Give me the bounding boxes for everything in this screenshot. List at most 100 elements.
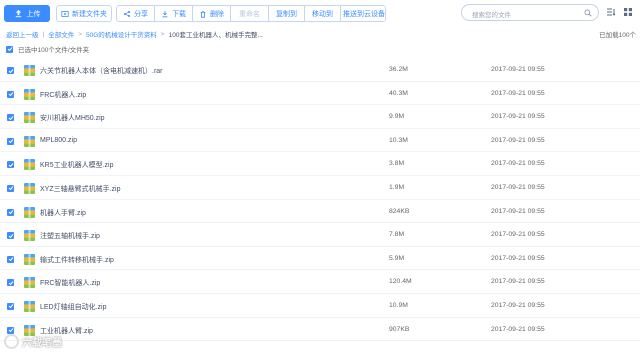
watermark-text: 六载笔墨 [22,338,62,349]
breadcrumb-back-link[interactable]: 返回上一级 [6,29,39,39]
delete-button[interactable]: 删除 [193,6,231,21]
row-checkbox[interactable] [7,184,14,192]
file-row[interactable]: XYZ三轴悬臂式机械手.zip 1.9M 2017-09-21 09:55 [0,176,640,200]
file-modified-time: 2017-09-21 09:55 [491,254,545,262]
file-size: 36.2M [389,66,408,73]
file-row[interactable]: 安川机器人MH50.zip 9.9M 2017-09-21 09:55 [0,105,640,129]
archive-file-icon [24,182,35,194]
row-checkbox[interactable] [7,161,14,169]
search-input[interactable]: 搜索您的文件 [461,4,599,21]
move-to-button[interactable]: 移动到 [305,6,341,21]
file-row[interactable]: 注塑五轴机械手.zip 7.8M 2017-09-21 09:55 [0,223,640,247]
file-modified-time: 2017-09-21 09:55 [491,207,545,215]
file-row[interactable]: KR5工业机器人模型.zip 3.8M 2017-09-21 09:55 [0,152,640,176]
file-row[interactable]: FRC智能机器人.zip 120.4M 2017-09-21 09:55 [0,270,640,294]
row-checkbox[interactable] [7,114,14,122]
file-size: 10.3M [389,136,408,144]
file-name[interactable]: XYZ三轴悬臂式机械手.zip [40,184,121,194]
download-label: 下载 [172,10,186,18]
breadcrumb-level1-link[interactable]: 50G的机械设计干货资料 [86,29,157,39]
breadcrumb-all-files-link[interactable]: 全部文件 [48,29,74,39]
sort-icon[interactable] [606,7,616,17]
file-modified-time: 2017-09-21 09:55 [491,301,545,309]
upload-icon [15,9,21,18]
file-name[interactable]: LED灯轴组自动化.zip [40,302,107,312]
archive-file-icon [24,112,35,124]
file-size: 1.9M [389,183,405,191]
share-button[interactable]: 分享 [117,6,155,21]
row-checkbox[interactable] [7,67,14,74]
rename-button[interactable]: 重命名 [231,6,269,21]
file-modified-time: 2017-09-21 09:55 [491,325,545,333]
file-row[interactable]: 工业机器人臂.zip 907KB 2017-09-21 09:55 [0,318,640,342]
delete-label: 删除 [210,10,224,18]
check-icon [8,233,13,238]
file-name[interactable]: KR5工业机器人模型.zip [40,160,114,170]
move-to-label: 移动到 [312,10,333,18]
archive-file-icon [24,159,35,171]
row-checkbox[interactable] [7,279,14,287]
file-size: 9.9M [389,113,405,121]
file-name[interactable]: MPL800.zip [40,137,77,144]
check-icon [7,47,12,52]
file-modified-time: 2017-09-21 09:55 [491,66,545,73]
file-modified-time: 2017-09-21 09:55 [491,231,545,239]
copy-to-button[interactable]: 复制到 [269,6,305,21]
file-modified-time: 2017-09-21 09:55 [491,136,545,144]
file-row[interactable]: LED灯轴组自动化.zip 10.9M 2017-09-21 09:55 [0,294,640,318]
breadcrumb-separator: | [42,30,45,38]
archive-file-icon [24,206,35,218]
file-name[interactable]: 输式工件转移机械手.zip [40,255,114,265]
watermark-logo-icon [4,334,19,349]
file-row[interactable]: 机器人手臂.zip 824KB 2017-09-21 09:55 [0,200,640,224]
file-name[interactable]: FRC智能机器人.zip [40,278,100,288]
archive-file-icon [24,65,35,76]
breadcrumb-separator: > [78,30,82,38]
row-checkbox[interactable] [7,90,14,98]
new-folder-button[interactable]: 新建文件夹 [56,5,112,22]
upload-button[interactable]: 上传 [4,5,50,22]
push-to-device-label: 推送到云设备 [343,10,385,18]
copy-to-label: 复制到 [276,10,297,18]
selection-count: 已选中100个文件/文件夹 [18,47,90,54]
check-icon [8,304,13,309]
file-modified-time: 2017-09-21 09:55 [491,89,545,97]
select-all-checkbox[interactable] [6,45,13,53]
file-name[interactable]: 机器人手臂.zip [40,208,86,218]
selection-info: 已选中100个文件/文件夹 [6,44,89,54]
file-name[interactable]: 安川机器人MH50.zip [40,113,105,123]
file-modified-time: 2017-09-21 09:55 [491,183,545,191]
file-size: 10.9M [389,301,408,309]
row-checkbox[interactable] [7,302,14,310]
push-to-device-button[interactable]: 推送到云设备 [341,6,385,21]
row-checkbox[interactable] [7,326,14,334]
archive-file-icon [24,253,35,265]
check-icon [8,92,13,97]
action-button-group: 分享 下载 删除 重命名 复制到 移动到 推送到云设备 [116,5,386,22]
download-button[interactable]: 下载 [155,6,193,21]
file-name[interactable]: FRC机器人.zip [40,90,86,100]
toolbar: 上传 新建文件夹 分享 下载 删除 重命名 复制到 移动到 推送到云设备 搜索您… [0,0,640,27]
grid-view-icon[interactable] [623,7,633,17]
row-checkbox[interactable] [7,137,14,145]
row-checkbox[interactable] [7,255,14,263]
file-row[interactable]: 六关节机器人本体（含电机减速机）.rar 36.2M 2017-09-21 09:5… [0,58,640,82]
file-name[interactable]: 六关节机器人本体（含电机减速机）.rar [40,66,163,76]
file-list: 六关节机器人本体（含电机减速机）.rar 36.2M 2017-09-21 09:5… [0,58,640,342]
row-checkbox[interactable] [7,208,14,216]
search-placeholder: 搜索您的文件 [472,12,511,19]
file-row[interactable]: 输式工件转移机械手.zip 5.9M 2017-09-21 09:55 [0,247,640,271]
watermark: 六载笔墨 [4,334,62,349]
search-icon[interactable] [584,9,592,17]
archive-file-icon [24,277,35,289]
row-checkbox[interactable] [7,232,14,240]
file-row[interactable]: FRC机器人.zip 40.3M 2017-09-21 09:55 [0,82,640,106]
file-name[interactable]: 注塑五轴机械手.zip [40,231,100,241]
archive-file-icon [24,135,35,147]
file-row[interactable]: MPL800.zip 10.3M 2017-09-21 09:55 [0,129,640,153]
folder-plus-icon [61,10,69,17]
file-size: 907KB [389,325,410,333]
check-icon [8,210,13,215]
check-icon [8,139,13,144]
rename-label: 重命名 [239,10,260,18]
